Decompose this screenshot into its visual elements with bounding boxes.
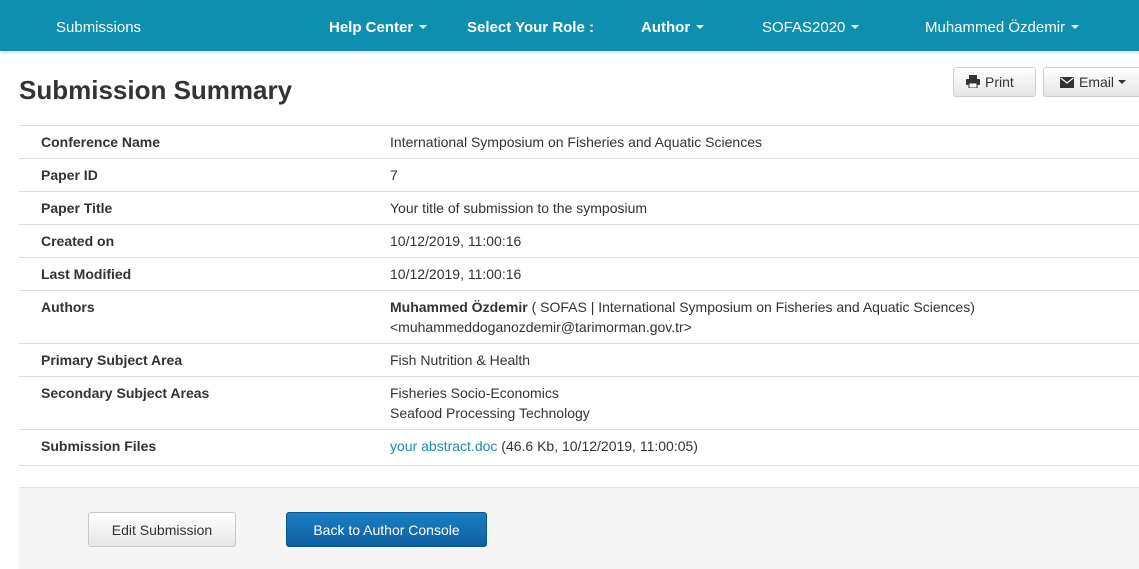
table-row: Paper ID 7 [19, 158, 1139, 192]
chevron-down-icon [696, 25, 705, 29]
submission-file-info: (46.6 Kb, 10/12/2019, 11:00:05) [497, 438, 698, 454]
submission-summary-table: Conference Name International Symposium … [19, 125, 1139, 466]
table-row: Submission Files your abstract.doc (46.6… [19, 429, 1139, 466]
print-label: Print [985, 74, 1014, 90]
author-email: <muhammeddoganozdemir@tarimorman.gov.tr> [390, 319, 692, 335]
nav-user-dropdown[interactable]: Muhammed Özdemir [925, 0, 1080, 51]
nav-conference-dropdown[interactable]: SOFAS2020 [762, 0, 860, 51]
table-row: Paper Title Your title of submission to … [19, 191, 1139, 225]
nav-user-label: Muhammed Özdemir [925, 19, 1066, 36]
chevron-down-icon [419, 25, 428, 29]
author-affiliation: ( SOFAS | International Symposium on Fis… [527, 299, 975, 315]
paper-title-value: Your title of submission to the symposiu… [390, 191, 1139, 225]
print-button[interactable]: Print [953, 67, 1036, 97]
last-modified-label: Last Modified [19, 257, 390, 291]
conference-name-label: Conference Name [19, 125, 390, 159]
secondary-subject-area: Fisheries Socio-Economics [390, 385, 559, 401]
created-on-label: Created on [19, 224, 390, 258]
form-actions: Edit Submission Back to Author Console [19, 487, 1139, 569]
authors-label: Authors [19, 290, 390, 344]
paper-id-value: 7 [390, 158, 1139, 192]
printer-icon [966, 69, 980, 97]
page-title: Submission Summary [19, 75, 293, 105]
back-to-author-console-button[interactable]: Back to Author Console [286, 512, 487, 547]
envelope-icon [1060, 69, 1074, 97]
nav-conference-label: SOFAS2020 [762, 19, 846, 36]
submission-files-value: your abstract.doc (46.6 Kb, 10/12/2019, … [390, 429, 1139, 466]
primary-subject-area-label: Primary Subject Area [19, 343, 390, 377]
nav-role-label: Author [641, 19, 691, 36]
nav-role-dropdown[interactable]: Author [641, 0, 705, 51]
submission-file-link[interactable]: your abstract.doc [390, 438, 497, 454]
table-row: Conference Name International Symposium … [19, 125, 1139, 159]
table-row: Primary Subject Area Fish Nutrition & He… [19, 343, 1139, 377]
secondary-subject-areas-label: Secondary Subject Areas [19, 376, 390, 430]
email-button[interactable]: Email [1043, 67, 1139, 97]
email-label: Email [1079, 74, 1115, 90]
secondary-subject-area: Seafood Processing Technology [390, 405, 590, 421]
table-row: Authors Muhammed Özdemir ( SOFAS | Inter… [19, 290, 1139, 344]
submission-files-label: Submission Files [19, 429, 390, 466]
nav-select-role-label: Select Your Role : [467, 19, 594, 36]
chevron-down-icon [1118, 80, 1127, 84]
nav-help-center[interactable]: Help Center [329, 0, 428, 51]
table-row: Secondary Subject Areas Fisheries Socio-… [19, 376, 1139, 430]
conference-name-value: International Symposium on Fisheries and… [390, 125, 1139, 159]
primary-subject-area-value: Fish Nutrition & Health [390, 343, 1139, 377]
paper-id-label: Paper ID [19, 158, 390, 192]
edit-submission-button[interactable]: Edit Submission [88, 512, 236, 547]
nav-help-center-label: Help Center [329, 19, 414, 36]
top-navbar: Submissions Help Center Select Your Role… [0, 0, 1139, 51]
chevron-down-icon [851, 25, 860, 29]
authors-value: Muhammed Özdemir ( SOFAS | International… [390, 290, 1139, 344]
last-modified-value: 10/12/2019, 11:00:16 [390, 257, 1139, 291]
created-on-value: 10/12/2019, 11:00:16 [390, 224, 1139, 258]
table-row: Created on 10/12/2019, 11:00:16 [19, 224, 1139, 258]
chevron-down-icon [1071, 25, 1080, 29]
secondary-subject-areas-value: Fisheries Socio-Economics Seafood Proces… [390, 376, 1139, 430]
table-row: Last Modified 10/12/2019, 11:00:16 [19, 257, 1139, 291]
paper-title-label: Paper Title [19, 191, 390, 225]
nav-submissions[interactable]: Submissions [56, 0, 141, 51]
author-name: Muhammed Özdemir [390, 299, 528, 315]
